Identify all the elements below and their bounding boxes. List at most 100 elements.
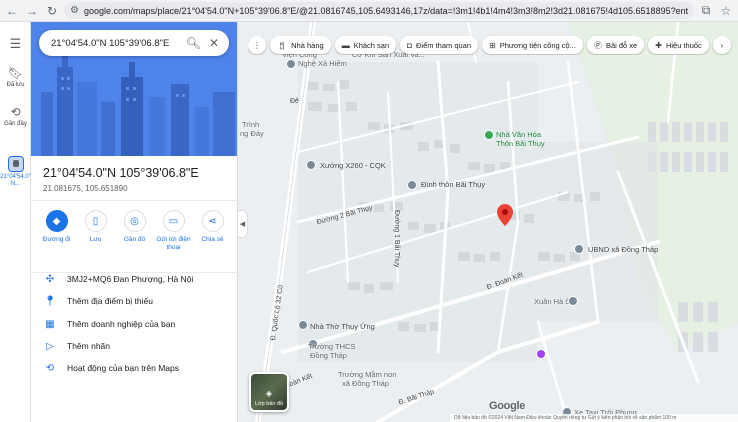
search-input[interactable]: 21°04'54.0"N 105°39'06.8"E: [51, 38, 178, 49]
add-business-text: Thêm doanh nghiệp của bạn: [67, 319, 176, 329]
layers-label: Lớp bản đồ: [254, 401, 284, 407]
share-label: Chia sẻ: [201, 236, 224, 243]
search-icon[interactable]: 🔍︎: [186, 36, 201, 50]
place-thumbnail-icon: [7, 156, 24, 172]
layers-button[interactable]: ◈ Lớp bản đồ: [249, 372, 289, 412]
chip-parking[interactable]: Ⓟ Bãi đỗ xe: [586, 36, 645, 54]
traffic-light-icon: ⋮: [253, 40, 261, 50]
address-bar[interactable]: ⚙ google.com/maps/place/21°04'54.0"N+105…: [64, 2, 694, 19]
directions-label: Đường đi: [42, 236, 71, 243]
add-label-row[interactable]: ▷ Thêm nhãn: [31, 336, 237, 356]
bookmark-icon: ▯: [84, 210, 107, 232]
send-to-phone-button[interactable]: ▭ Gửi tới điện thoại: [156, 210, 192, 252]
send-to-phone-label: Gửi tới điện thoại: [156, 236, 191, 251]
chip-restaurants[interactable]: 🍴︎ Nhà hàng: [270, 36, 331, 54]
forward-arrow-icon[interactable]: →: [24, 3, 40, 19]
phone-icon: ▭: [162, 210, 185, 232]
current-place-label-line1: 21°04'54.0": [0, 174, 31, 180]
history-icon: ⟲: [45, 362, 55, 374]
nearby-label: Gần đó: [123, 236, 146, 243]
traffic-light-chip[interactable]: ⋮: [248, 36, 266, 54]
directions-button[interactable]: ◆ Đường đi: [39, 210, 75, 252]
add-place-icon: 📍︎: [43, 295, 57, 307]
directions-icon: ◆: [45, 210, 68, 232]
map-label: xã Đồng Tháp: [342, 379, 389, 388]
current-place-button[interactable]: 21°04'54.0" N...: [0, 156, 31, 188]
chip-attractions[interactable]: ◘ Điểm tham quan: [400, 36, 479, 54]
save-button[interactable]: ▯ Lưu: [78, 210, 114, 252]
road-label: Đê: [290, 98, 299, 105]
share-button[interactable]: ⋖ Chia sẻ: [195, 210, 231, 252]
chip-hotels[interactable]: ▬ Khách sạn: [334, 36, 397, 54]
action-buttons: ◆ Đường đi ▯ Lưu ◎ Gần đó ▭ Gửi tới điện…: [31, 210, 237, 252]
history-icon: ⟲: [10, 105, 21, 119]
map-label: Thôn Bãi Thụy: [496, 139, 545, 148]
poi-marker-icon[interactable]: [407, 180, 417, 190]
place-coordinates: 21.081675, 105.651890: [43, 184, 128, 193]
map-label: ng Đáy: [240, 129, 264, 138]
location-pin-icon[interactable]: [497, 204, 513, 226]
maps-activity-text: Hoạt động của bạn trên Maps: [67, 363, 179, 373]
pharmacy-icon: ✚: [655, 40, 662, 50]
map-canvas[interactable]: Viện Công Cơ Khí Sản Xuất và... Nghệ Xả …: [238, 22, 738, 422]
share-icon: ⋖: [201, 210, 224, 232]
search-box[interactable]: 21°04'54.0"N 105°39'06.8"E 🔍︎ ✕: [39, 30, 229, 56]
poi-marker-icon[interactable]: [286, 59, 296, 69]
maps-activity-row[interactable]: ⟲ Hoạt động của bạn trên Maps: [31, 358, 237, 378]
menu-button[interactable]: ☰: [0, 36, 31, 52]
label-icon: ▷: [46, 340, 54, 352]
place-hero-image: 21°04'54.0"N 105°39'06.8"E 🔍︎ ✕: [31, 22, 237, 156]
map-label: Trình: [242, 120, 260, 129]
transit-icon: ⊞: [489, 40, 496, 50]
nearby-icon: ◎: [123, 210, 146, 232]
poi-marker-icon[interactable]: [298, 320, 308, 330]
map-label: Nhà Văn Hóa: [496, 130, 542, 139]
close-icon[interactable]: ✕: [209, 36, 219, 50]
place-panel: 21°04'54.0"N 105°39'06.8"E 🔍︎ ✕ 21°04'54…: [31, 22, 238, 422]
map-label: Đồng Tháp: [310, 351, 347, 360]
recent-button[interactable]: ⟲ Gần đây: [0, 105, 31, 127]
bookmark-star-icon[interactable]: ☆: [718, 3, 734, 19]
google-logo: Google: [489, 400, 526, 412]
left-rail: ☰ 🔖︎ Đã lưu ⟲ Gần đây 21°04'54.0" N...: [0, 22, 31, 422]
poi-marker-icon[interactable]: [484, 130, 494, 140]
share-page-icon[interactable]: ⧉: [698, 3, 714, 19]
chip-label: Bãi đỗ xe: [605, 40, 638, 50]
back-arrow-icon[interactable]: ←: [4, 3, 20, 19]
store-icon: ▦: [45, 318, 55, 330]
reload-icon[interactable]: ↻: [44, 3, 60, 19]
chip-pharmacy[interactable]: ✚ Hiệu thuốc: [648, 36, 709, 54]
poi-marker-icon[interactable]: [574, 244, 584, 254]
bed-icon: ▬: [341, 40, 350, 50]
chevron-right-icon: ›: [720, 40, 724, 50]
chip-label: Điểm tham quan: [415, 40, 472, 50]
chip-transit[interactable]: ⊞ Phương tiện công cộ...: [482, 36, 583, 54]
map-label: Xưởng X260 - CQK: [320, 161, 386, 170]
road-label: Đường 1 Bãi Thụy: [393, 210, 400, 268]
add-business-row[interactable]: ▦ Thêm doanh nghiệp của bạn: [31, 314, 237, 334]
nearby-button[interactable]: ◎ Gần đó: [117, 210, 153, 252]
poi-marker-icon[interactable]: [306, 160, 316, 170]
map-label: Trường THCS: [308, 342, 356, 351]
divider: [31, 200, 237, 201]
hamburger-menu-icon: ☰: [9, 36, 22, 51]
poi-marker-icon[interactable]: [536, 349, 546, 359]
plus-code-icon: ✣: [45, 273, 55, 285]
add-missing-place-row[interactable]: 📍︎ Thêm địa điểm bị thiếu: [31, 291, 237, 311]
parking-icon: Ⓟ: [593, 40, 602, 50]
recent-label: Gần đây: [4, 121, 27, 127]
chip-label: Khách sạn: [353, 40, 390, 50]
saved-button[interactable]: 🔖︎ Đã lưu: [0, 66, 31, 88]
layers-icon: ◈: [265, 389, 273, 398]
collapse-panel-button[interactable]: ◀: [238, 210, 248, 238]
map-label: Trường Mầm non: [338, 370, 397, 379]
plus-code-text: 3MJ2+MQ6 Đan Phượng, Hà Nội: [67, 274, 194, 284]
url-text: google.com/maps/place/21°04'54.0"N+105°3…: [83, 5, 688, 16]
browser-toolbar: ← → ↻ ⚙ google.com/maps/place/21°04'54.0…: [0, 0, 738, 22]
chips-next-button[interactable]: ›: [712, 36, 731, 54]
site-info-icon[interactable]: ⚙: [70, 5, 79, 16]
plus-code-row[interactable]: ✣ 3MJ2+MQ6 Đan Phượng, Hà Nội: [31, 269, 237, 289]
car-dealer-icon[interactable]: [568, 296, 578, 306]
add-label-text: Thêm nhãn: [67, 341, 110, 351]
camera-icon: ◘: [407, 40, 412, 50]
